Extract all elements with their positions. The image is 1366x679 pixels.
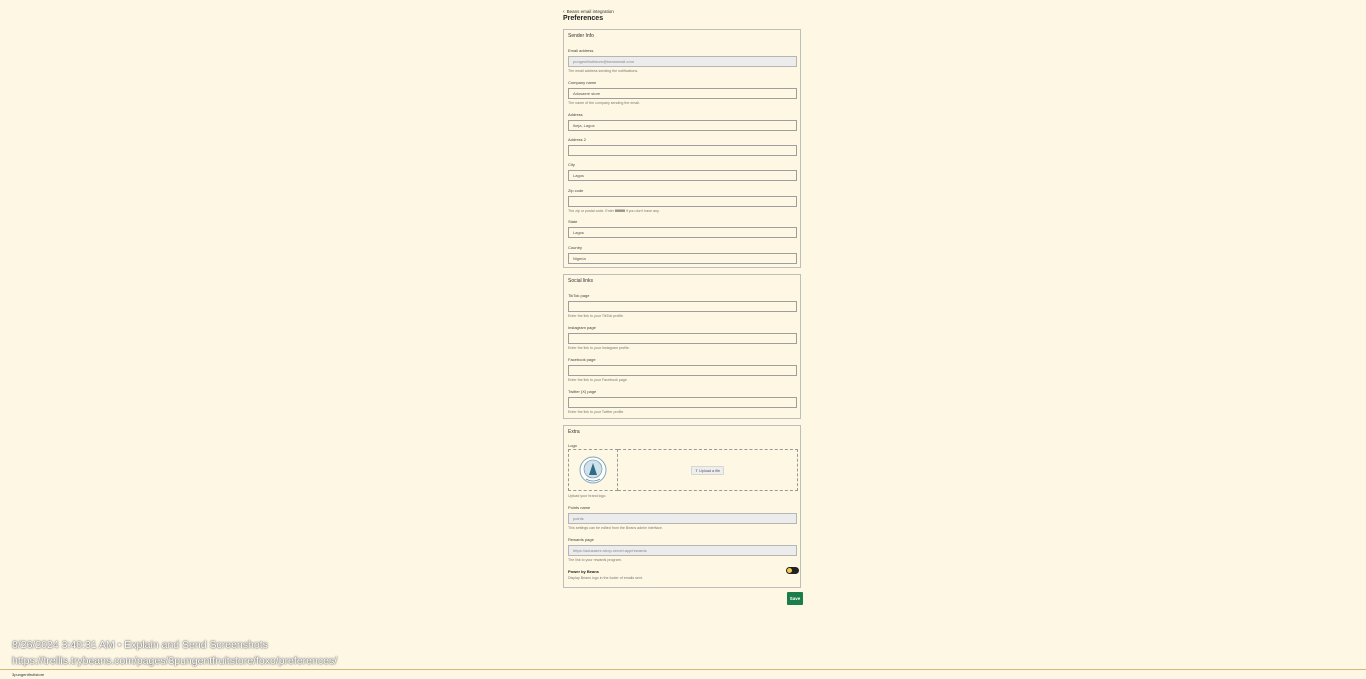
zip-help: The zip or postal code. Enter 00000 if y… xyxy=(568,209,660,213)
points-label: Points name xyxy=(568,505,591,510)
brand-logo-icon xyxy=(579,456,607,484)
store-label: 3pungentfruitstore xyxy=(12,672,45,677)
back-link[interactable]: ‹ Beans email integration xyxy=(563,8,803,15)
rewards-input[interactable]: https://adusaere-shop.vercel.app/rewards xyxy=(568,545,797,556)
instagram-help: Enter the link to your Instagram profile… xyxy=(568,346,630,350)
tiktok-label: TikTok page xyxy=(568,293,590,298)
rewards-label: Rewards page xyxy=(568,537,594,542)
address-input[interactable]: Ikeja, Lagos xyxy=(568,120,797,131)
logo-label: Logo xyxy=(568,443,577,448)
company-label: Company name xyxy=(568,80,597,85)
address-label: Address xyxy=(568,112,583,117)
points-help: This settings can be edited from the Bea… xyxy=(568,526,663,530)
rewards-help: The link to your rewards program. xyxy=(568,558,622,562)
tiktok-input[interactable] xyxy=(568,301,797,312)
instagram-label: Instagram page xyxy=(568,325,596,330)
sender-info-card: Sender Info Email address pungentfruitst… xyxy=(563,29,801,268)
screenshot-url: https://trellis.trybeans.com/pages/3pung… xyxy=(12,655,338,667)
upload-dropzone[interactable]: ⇪ Upload a file xyxy=(618,449,798,491)
power-help: Display Beans logo in the footer of emai… xyxy=(568,576,643,580)
screenshot-timestamp: 8/26/2024 3:40:31 AM • Explain and Send … xyxy=(12,639,268,651)
page-header: ‹ Beans email integration Preferences xyxy=(563,8,803,25)
power-by-beans-toggle[interactable] xyxy=(786,567,799,574)
country-label: Country xyxy=(568,245,583,250)
chevron-left-icon: ‹ xyxy=(563,8,565,15)
save-button[interactable]: Save xyxy=(787,592,803,605)
facebook-help: Enter the link to your Facebook page. xyxy=(568,378,628,382)
card-title: Sender Info xyxy=(568,33,594,39)
back-link-label: Beans email integration xyxy=(566,9,614,14)
twitter-label: Twitter (X) page xyxy=(568,389,597,394)
address2-input[interactable] xyxy=(568,145,797,156)
upload-icon: ⇪ xyxy=(694,468,698,473)
zip-input[interactable] xyxy=(568,196,797,207)
facebook-label: Facebook page xyxy=(568,357,596,362)
extra-card: Extra Logo ⇪ Upload a file Upload your b… xyxy=(563,425,801,588)
email-help: The email address sending the notificati… xyxy=(568,69,639,73)
twitter-help: Enter the link to your Twitter profile. xyxy=(568,410,625,414)
instagram-input[interactable] xyxy=(568,333,797,344)
email-label: Email address xyxy=(568,48,594,53)
card-title: Extra xyxy=(568,429,580,435)
card-title: Social links xyxy=(568,278,594,284)
page-title: Preferences xyxy=(563,15,604,22)
address2-label: Address 2 xyxy=(568,137,587,142)
logo-preview xyxy=(568,449,618,491)
company-input[interactable]: Adusaere store xyxy=(568,88,797,99)
toggle-knob xyxy=(787,568,792,573)
email-input[interactable]: pungentfruitstore@beansmail.com xyxy=(568,56,797,67)
tiktok-help: Enter the link to your TikTok profile. xyxy=(568,314,624,318)
points-input[interactable]: points xyxy=(568,513,797,524)
power-label: Power by Beans xyxy=(568,569,599,574)
zip-label: Zip code xyxy=(568,188,584,193)
state-input[interactable]: Lagos xyxy=(568,227,797,238)
city-label: City xyxy=(568,162,575,167)
company-help: The name of the company sending the emai… xyxy=(568,101,640,105)
logo-help: Upload your brand logo. xyxy=(568,494,607,498)
bottom-bar: 3pungentfruitstore xyxy=(0,669,1366,679)
social-links-card: Social links TikTok page Enter the link … xyxy=(563,274,801,419)
state-label: State xyxy=(568,219,578,224)
facebook-input[interactable] xyxy=(568,365,797,376)
country-input[interactable]: Nigeria xyxy=(568,253,797,264)
upload-button[interactable]: ⇪ Upload a file xyxy=(690,465,725,475)
twitter-input[interactable] xyxy=(568,397,797,408)
zip-help-code: 00000 xyxy=(614,209,625,213)
city-input[interactable]: Lagos xyxy=(568,170,797,181)
